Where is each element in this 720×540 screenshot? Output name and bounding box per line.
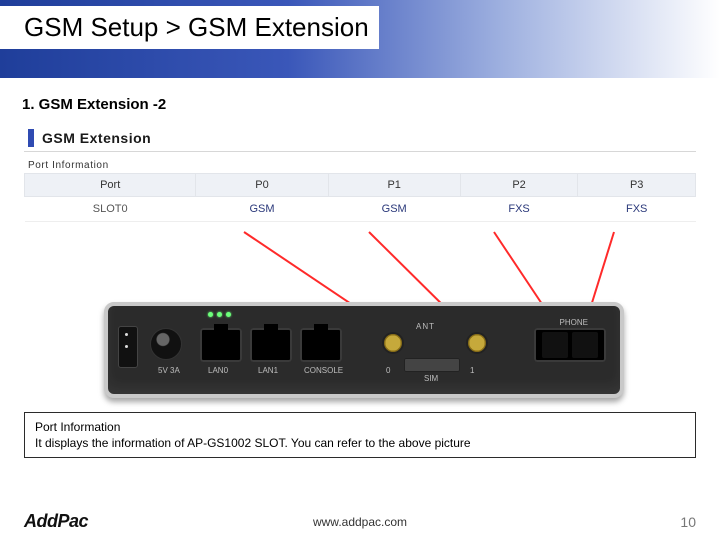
phone-label: PHONE (560, 318, 588, 327)
lan0-port-icon (200, 328, 242, 362)
cell-p1: GSM (328, 197, 460, 222)
console-label: CONSOLE (304, 366, 343, 375)
th-p3: P3 (578, 174, 696, 197)
power-label: 5V 3A (158, 366, 180, 375)
cell-p2: FXS (460, 197, 578, 222)
lan1-label: LAN1 (258, 366, 278, 375)
th-p0: P0 (196, 174, 328, 197)
sim-slot-icon (404, 358, 460, 372)
sub-heading: 1. GSM Extension -2 (22, 96, 720, 113)
ant1-num-label: 1 (470, 366, 474, 375)
dc-jack-icon (150, 328, 182, 360)
title-band: GSM Setup > GSM Extension (0, 0, 720, 78)
section-label: Port Information (28, 160, 696, 171)
page-number: 10 (680, 514, 696, 530)
callout-title: Port Information (35, 419, 685, 435)
panel-area: GSM Extension Port Information Port P0 P… (24, 123, 696, 406)
footer-url: www.addpac.com (313, 515, 407, 529)
antenna-label: ANT (416, 322, 435, 331)
callout-body: It displays the information of AP-GS1002… (35, 435, 685, 451)
cell-p0: GSM (196, 197, 328, 222)
page-title: GSM Setup > GSM Extension (0, 6, 379, 49)
brand-logo: AddPac (24, 511, 88, 532)
lan1-port-icon (250, 328, 292, 362)
cell-slot: SLOT0 (25, 197, 196, 222)
antenna0-icon (384, 334, 402, 352)
ant0-num-label: 0 (386, 366, 390, 375)
cell-p3: FXS (578, 197, 696, 222)
table-header-row: Port P0 P1 P2 P3 (25, 174, 696, 197)
footer: AddPac www.addpac.com 10 (0, 511, 720, 532)
port-table: Port P0 P1 P2 P3 SLOT0 GSM GSM FXS FXS (24, 173, 696, 222)
table-row: SLOT0 GSM GSM FXS FXS (25, 197, 696, 222)
power-switch-icon (118, 326, 138, 368)
lan0-label: LAN0 (208, 366, 228, 375)
device-stage: ANT SIM 5V 3A LAN0 LAN1 CONSOLE 0 1 PHON… (24, 226, 696, 406)
panel-accent-bar (28, 129, 34, 147)
th-p1: P1 (328, 174, 460, 197)
panel-heading-text: GSM Extension (42, 130, 151, 146)
phone-ports-icon (534, 328, 606, 362)
th-p2: P2 (460, 174, 578, 197)
sim-label: SIM (424, 374, 438, 383)
callout-box: Port Information It displays the informa… (24, 412, 696, 458)
antenna1-icon (468, 334, 486, 352)
th-port: Port (25, 174, 196, 197)
console-port-icon (300, 328, 342, 362)
panel-header: GSM Extension (24, 123, 696, 152)
device-illustration: ANT SIM 5V 3A LAN0 LAN1 CONSOLE 0 1 PHON… (104, 302, 624, 398)
status-leds-icon (208, 312, 231, 317)
